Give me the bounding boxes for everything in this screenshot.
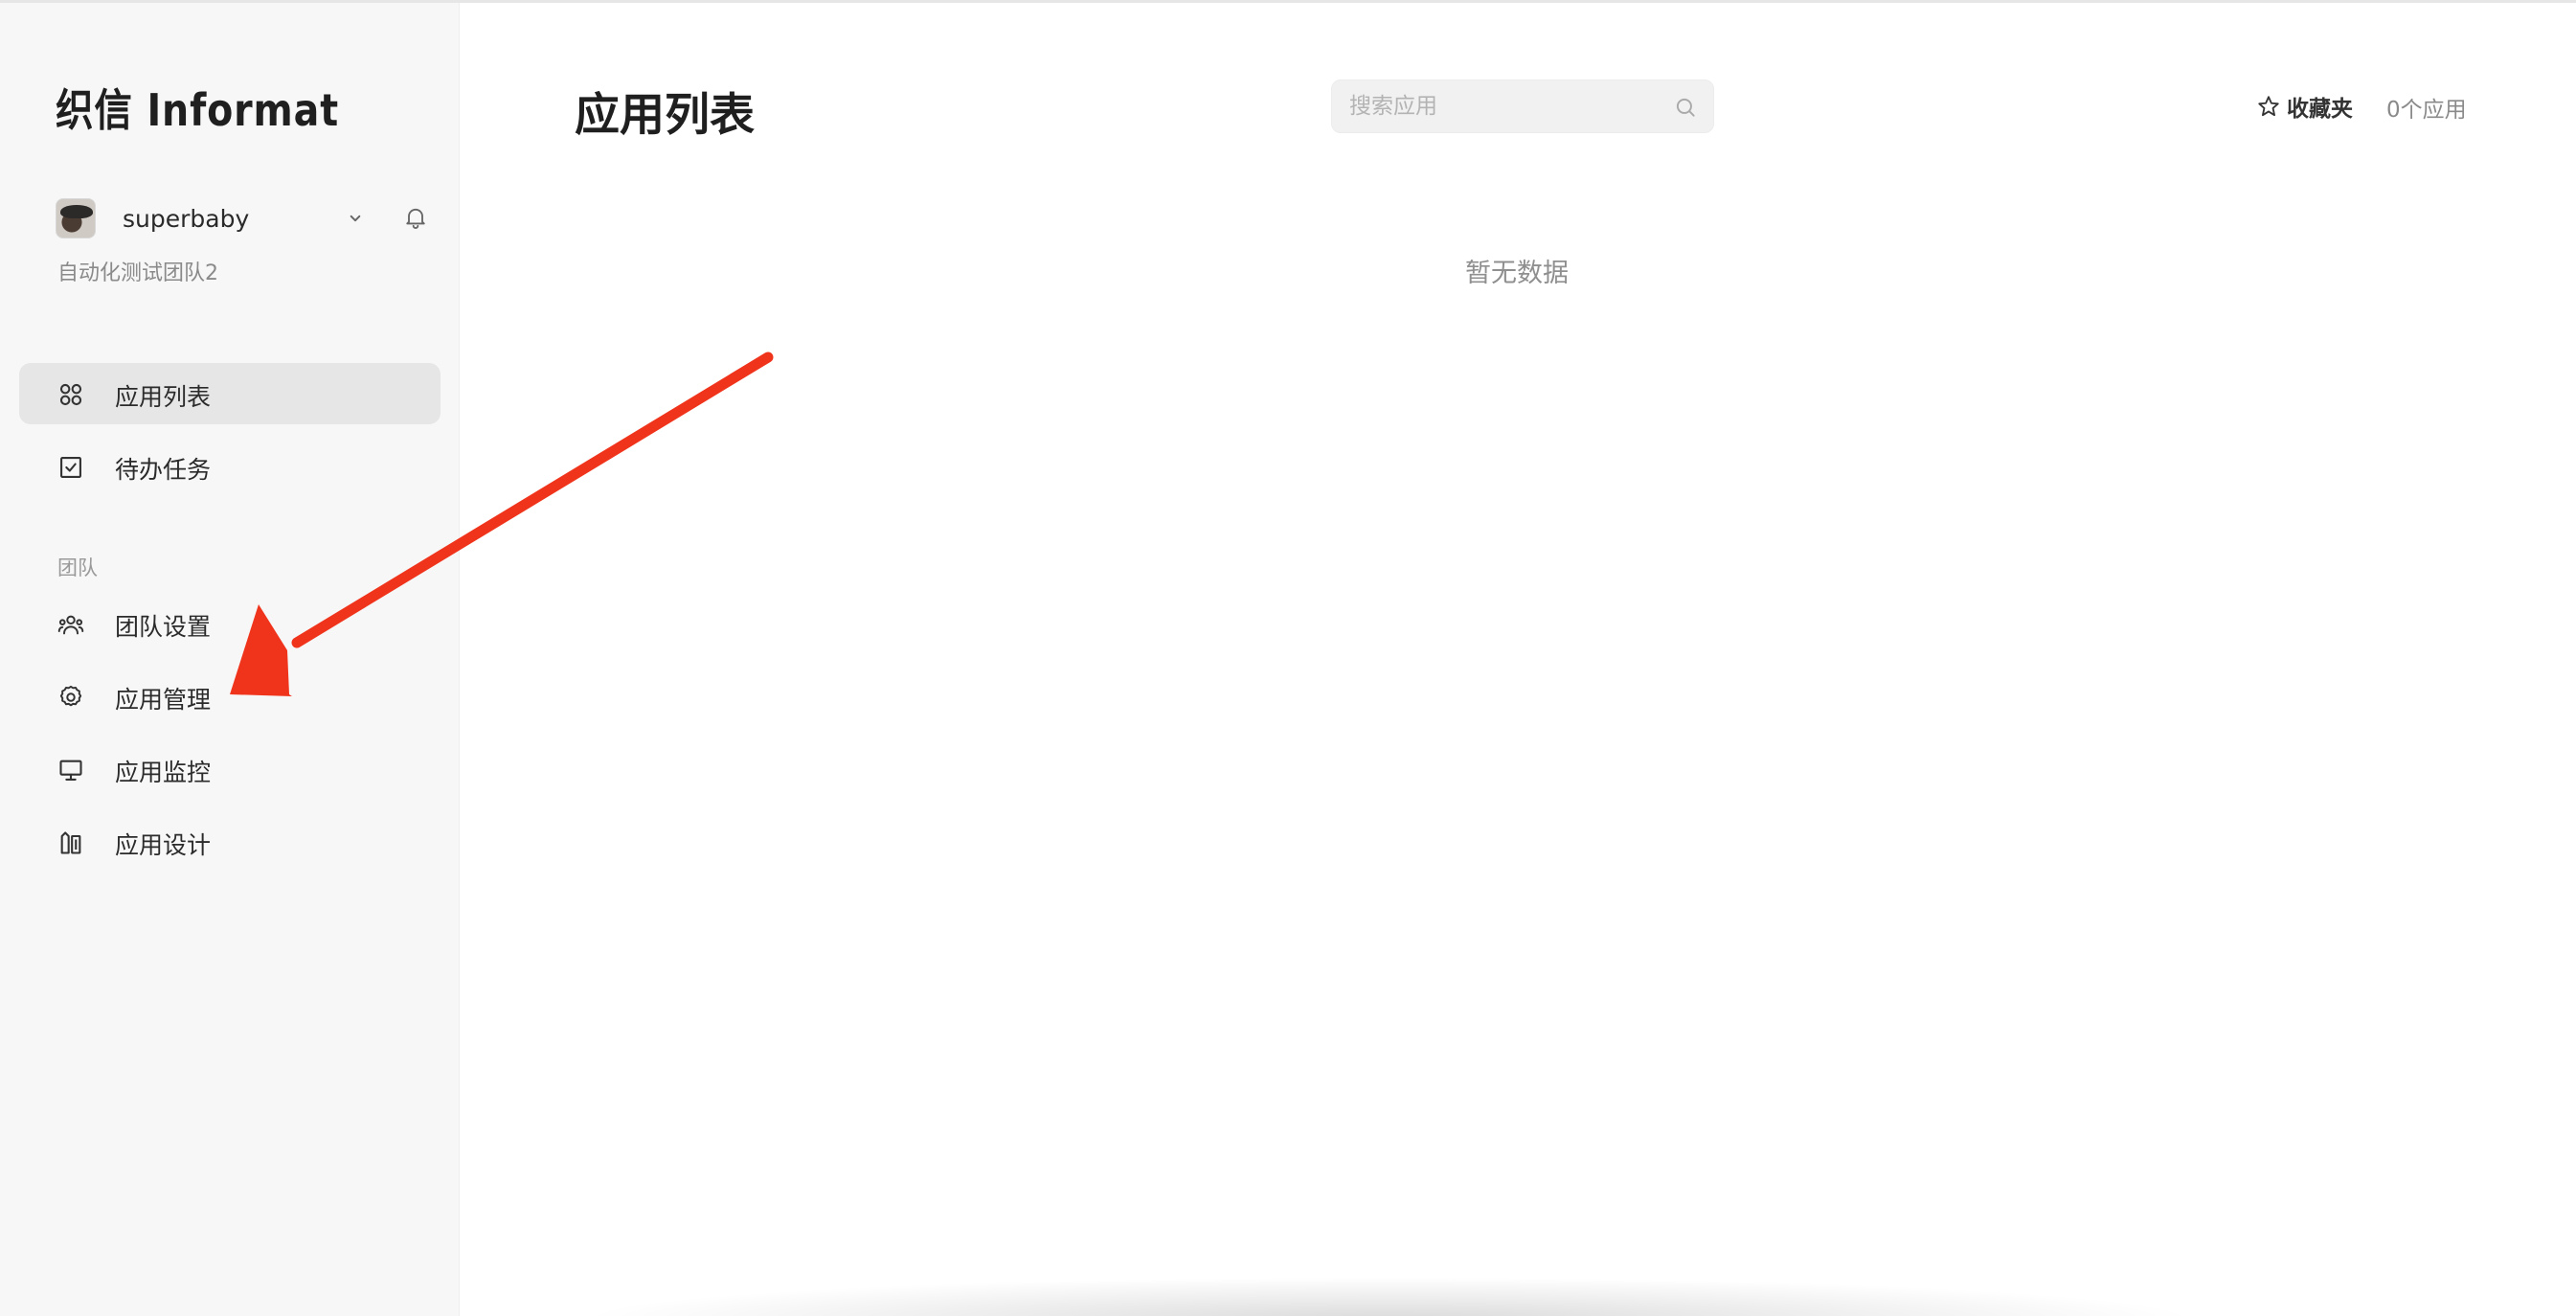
sidebar-item-label: 应用监控 (115, 759, 212, 786)
search-icon[interactable] (1673, 95, 1698, 120)
design-icon (60, 831, 81, 854)
search-input[interactable] (1349, 80, 1656, 132)
favorites-button[interactable]: 收藏夹 (2256, 89, 2353, 124)
sidebar-item-label: 应用设计 (115, 831, 212, 859)
sidebar: 织信 Informat superbaby 自动化测试团队2 应用列表 待办任务… (0, 3, 460, 1316)
page-title: 应用列表 (575, 89, 755, 142)
sidebar-item-label: 团队设置 (115, 613, 212, 641)
star-icon (2258, 96, 2279, 117)
gear-icon (59, 685, 82, 707)
sidebar-item-team-settings[interactable]: 团队设置 (19, 593, 441, 654)
team-icon (57, 615, 84, 635)
monitor-icon (59, 760, 82, 781)
section-title-team: 团队 (57, 556, 98, 579)
sidebar-item-label: 待办任务 (115, 456, 212, 484)
sidebar-item-todo[interactable]: 待办任务 (19, 436, 441, 497)
sidebar-item-label: 应用管理 (115, 686, 212, 714)
grid-icon (59, 383, 82, 406)
sidebar-item-app-management[interactable]: 应用管理 (19, 666, 441, 727)
bottom-shadow (575, 1277, 2203, 1316)
app-count: 0个应用 (2386, 98, 2467, 123)
avatar[interactable] (56, 198, 96, 238)
sidebar-item-app-design[interactable]: 应用设计 (19, 811, 441, 873)
logo: 织信 Informat (56, 84, 339, 136)
chevron-down-icon[interactable] (343, 206, 368, 231)
search-box[interactable] (1331, 79, 1714, 133)
checkbox-icon (60, 457, 81, 478)
favorites-label: 收藏夹 (2287, 97, 2353, 122)
empty-state-text: 暂无数据 (1465, 259, 1569, 288)
app-window: 织信 Informat superbaby 自动化测试团队2 应用列表 待办任务… (0, 0, 2576, 1316)
user-name: superbaby (123, 204, 250, 233)
sidebar-item-app-monitor[interactable]: 应用监控 (19, 738, 441, 800)
user-menu[interactable]: superbaby (56, 194, 439, 242)
sidebar-item-app-list[interactable]: 应用列表 (19, 363, 441, 424)
bell-icon[interactable] (402, 204, 429, 231)
sidebar-item-label: 应用列表 (115, 383, 212, 411)
team-name: 自动化测试团队2 (57, 261, 218, 285)
